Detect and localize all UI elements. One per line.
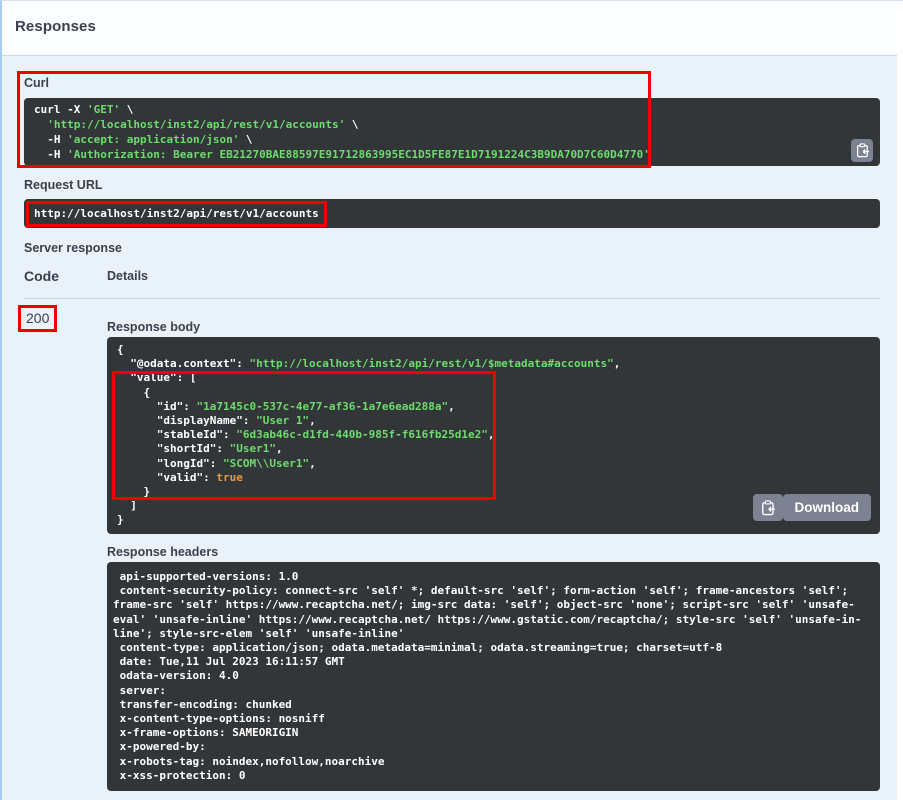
- request-url-block: http://localhost/inst2/api/rest/v1/accou…: [24, 199, 880, 228]
- swagger-responses-panel: Responses Curl curl -X 'GET' \ 'http://l…: [0, 0, 903, 800]
- responses-header-row: Responses: [2, 1, 903, 56]
- response-headers-label: Response headers: [107, 545, 880, 560]
- curl-block: curl -X 'GET' \ 'http://localhost/inst2/…: [24, 98, 880, 166]
- copy-curl-button[interactable]: [851, 139, 873, 162]
- request-url-label: Request URL: [24, 178, 880, 193]
- curl-command-code: curl -X 'GET' \ 'http://localhost/inst2/…: [24, 98, 880, 166]
- page-title: Responses: [15, 18, 96, 35]
- details-column-header: Details: [107, 268, 148, 285]
- table-divider: [24, 298, 880, 299]
- request-url-value: http://localhost/inst2/api/rest/v1/accou…: [26, 201, 327, 227]
- curl-label: Curl: [24, 76, 880, 91]
- server-response-label: Server response: [24, 241, 880, 256]
- status-code-200: 200: [18, 305, 57, 332]
- response-table-header: Code Details: [24, 268, 880, 285]
- copy-response-button[interactable]: [753, 494, 783, 521]
- response-code-cell: 200: [24, 308, 107, 791]
- response-body-block: { "@odata.context": "http://localhost/in…: [107, 337, 880, 534]
- response-body-label: Response body: [107, 320, 880, 335]
- clipboard-copy-icon: [856, 143, 869, 158]
- response-row-200: 200 Response body { "@odata.context": "h…: [24, 308, 880, 791]
- code-column-header: Code: [24, 268, 107, 285]
- response-details-cell: Response body { "@odata.context": "http:…: [107, 308, 880, 791]
- responses-body: Curl curl -X 'GET' \ 'http://localhost/i…: [2, 56, 903, 791]
- response-headers-block: api-supported-versions: 1.0 content-secu…: [107, 562, 880, 791]
- download-button[interactable]: Download: [783, 494, 872, 521]
- page-right-gutter: [897, 1, 903, 800]
- clipboard-copy-icon: [761, 500, 775, 516]
